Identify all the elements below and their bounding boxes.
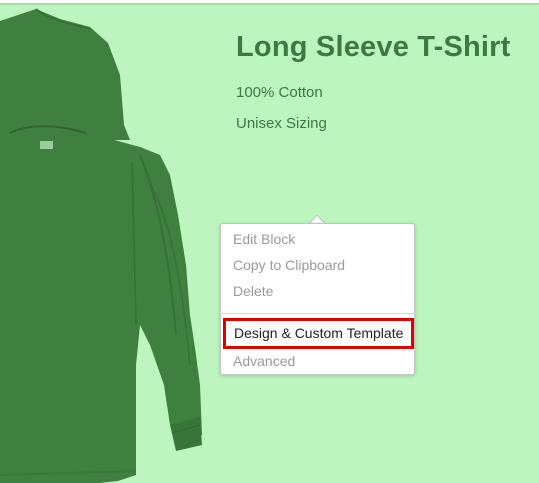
feature-cotton: 100% Cotton [236,84,323,101]
long-sleeve-shirt-image [0,8,202,483]
menu-item-edit-block[interactable]: Edit Block [233,231,295,247]
context-menu: Edit Block Copy to Clipboard Delete Desi… [220,223,415,375]
menu-item-design-custom-template[interactable]: Design & Custom Template [223,318,414,349]
feature-sizing: Unisex Sizing [236,115,327,132]
menu-item-delete[interactable]: Delete [233,283,273,299]
menu-item-copy-to-clipboard[interactable]: Copy to Clipboard [233,257,345,273]
product-title: Long Sleeve T-Shirt [236,31,511,63]
menu-item-advanced[interactable]: Advanced [233,353,295,369]
menu-divider [221,313,414,314]
